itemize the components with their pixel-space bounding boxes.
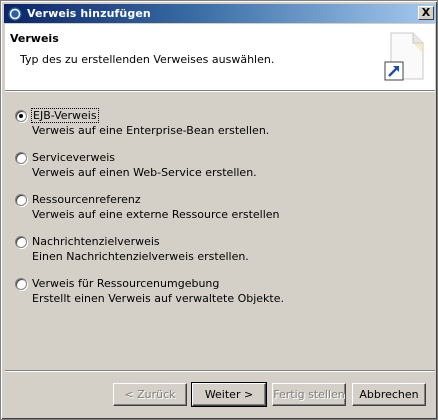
radio-resource-environment-reference[interactable] [15,278,27,290]
option-label: Nachrichtenzielverweis [32,235,160,248]
close-button[interactable]: X [418,6,434,20]
option-service-reference[interactable]: Serviceverweis Verweis auf einen Web-Ser… [15,151,425,187]
back-button[interactable]: < Zurück [113,383,187,406]
radio-service-reference[interactable] [15,152,27,164]
option-description: Verweis auf eine Enterprise-Bean erstell… [32,124,270,137]
option-description: Verweis auf eine externe Ressource erste… [32,208,280,221]
option-description: Erstellt einen Verweis auf verwaltete Ob… [32,292,284,305]
title-bar[interactable]: Verweis hinzufügen X [4,4,436,23]
option-description: Einen Nachrichtenzielverweis erstellen. [32,250,249,263]
next-button[interactable]: Weiter > [191,382,267,407]
finish-button[interactable]: Fertig stellen [272,383,346,406]
wizard-page-icon [384,32,424,81]
button-bar-separator [5,370,435,372]
banner-separator [5,90,435,92]
window-title: Verweis hinzufügen [27,7,151,20]
option-label: Ressourcenreferenz [32,193,141,206]
option-resource-reference[interactable]: Ressourcenreferenz Verweis auf eine exte… [15,193,425,229]
option-label: EJB-Verweis [31,108,99,123]
option-message-destination-reference[interactable]: Nachrichtenzielverweis Einen Nachrichten… [15,235,425,271]
cancel-button[interactable]: Abbrechen [352,383,426,406]
option-label: Serviceverweis [32,151,116,164]
radio-message-destination-reference[interactable] [15,236,27,248]
eclipse-icon [7,6,23,21]
radio-ejb-reference[interactable] [15,110,27,122]
option-resource-environment-reference[interactable]: Verweis für Ressourcenumgebung Erstellt … [15,277,425,313]
dialog-window: Verweis hinzufügen X Verweis Typ des zu … [0,0,438,420]
close-icon: X [421,6,431,19]
page-description: Typ des zu erstellenden Verweises auswäh… [20,53,275,66]
option-ejb-reference[interactable]: EJB-Verweis Verweis auf eine Enterprise-… [15,108,425,145]
radio-resource-reference[interactable] [15,194,27,206]
page-title: Verweis [10,32,59,45]
option-description: Verweis auf einen Web-Service erstellen. [32,166,257,179]
wizard-banner: Verweis Typ des zu erstellenden Verweise… [5,24,435,90]
option-label: Verweis für Ressourcenumgebung [32,277,220,290]
